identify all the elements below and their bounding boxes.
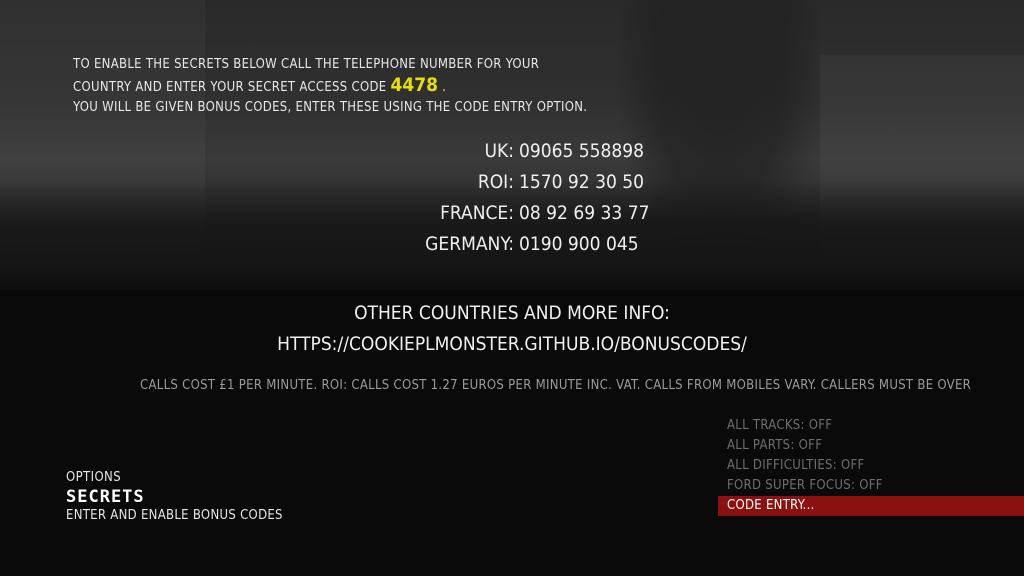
instructions-line-2: COUNTRY AND ENTER YOUR SECRET ACCESS COD… bbox=[73, 75, 693, 98]
phone-row-germany: GERMANY: 0190 900 045 bbox=[0, 231, 1024, 257]
menu-item-all-tracks[interactable]: ALL TRACKS: OFF bbox=[718, 416, 1024, 436]
phone-country: ROI: bbox=[477, 171, 514, 193]
instructions-line-1: TO ENABLE THE SECRETS BELOW CALL THE TEL… bbox=[73, 57, 540, 72]
menu-item-all-parts[interactable]: ALL PARTS: OFF bbox=[718, 436, 1024, 456]
phone-country: FRANCE: bbox=[440, 202, 514, 224]
other-countries-info: OTHER COUNTRIES AND MORE INFO: HTTPS://C… bbox=[0, 298, 1024, 360]
phone-row-roi: ROI: 1570 92 30 50 bbox=[0, 169, 1024, 195]
instructions-text: TO ENABLE THE SECRETS BELOW CALL THE TEL… bbox=[73, 55, 693, 118]
phone-number: 0190 900 045 bbox=[519, 233, 639, 255]
page-title: SECRETS bbox=[66, 487, 145, 507]
phone-country: GERMANY: bbox=[425, 233, 514, 255]
phone-number: 1570 92 30 50 bbox=[519, 171, 645, 193]
menu-item-all-difficulties[interactable]: ALL DIFFICULTIES: OFF bbox=[718, 456, 1024, 476]
page-title-block: OPTIONS SECRETS ENTER AND ENABLE BONUS C… bbox=[66, 469, 283, 525]
phone-number: 09065 558898 bbox=[519, 140, 645, 162]
secrets-menu: ALL TRACKS: OFF ALL PARTS: OFF ALL DIFFI… bbox=[718, 416, 1024, 516]
call-costs-ticker: CALLS COST £1 PER MINUTE. ROI: CALLS COS… bbox=[140, 378, 972, 393]
instructions-line-2-suffix: . bbox=[442, 80, 447, 95]
bonus-codes-url: HTTPS://COOKIEPLMONSTER.GITHUB.IO/BONUSC… bbox=[277, 333, 747, 355]
instructions-line-2-prefix: COUNTRY AND ENTER YOUR SECRET ACCESS COD… bbox=[73, 80, 387, 95]
phone-row-france: FRANCE: 08 92 69 33 77 bbox=[0, 200, 1024, 226]
phone-row-uk: UK: 09065 558898 bbox=[0, 138, 1024, 164]
secret-access-code: 4478 bbox=[390, 74, 439, 96]
other-countries-heading: OTHER COUNTRIES AND MORE INFO: bbox=[354, 302, 670, 324]
page-description: ENTER AND ENABLE BONUS CODES bbox=[66, 508, 283, 523]
menu-item-ford-super-focus[interactable]: FORD SUPER FOCUS: OFF bbox=[718, 476, 1024, 496]
phone-number: 08 92 69 33 77 bbox=[519, 202, 650, 224]
menu-item-code-entry[interactable]: CODE ENTRY... bbox=[718, 496, 1024, 516]
phone-country: UK: bbox=[484, 140, 514, 162]
instructions-line-3: YOU WILL BE GIVEN BONUS CODES, ENTER THE… bbox=[73, 100, 588, 115]
section-label: OPTIONS bbox=[66, 470, 122, 485]
